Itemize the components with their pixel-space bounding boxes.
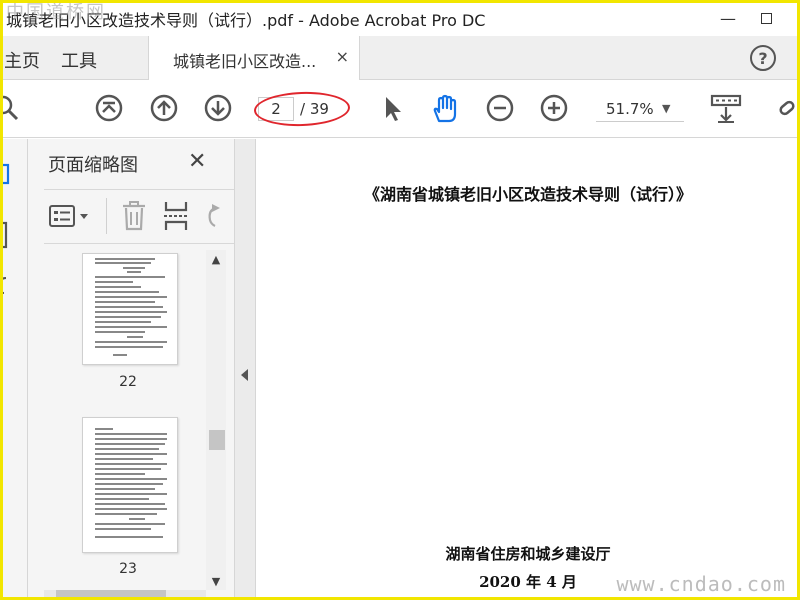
horizontal-scrollbar-thumb[interactable] xyxy=(56,590,166,598)
tab-tools[interactable]: 工具 xyxy=(61,47,97,73)
bookmarks-icon[interactable] xyxy=(0,221,12,249)
pane-splitter[interactable] xyxy=(234,139,256,600)
watermark-top-left: 中国道桥网 xyxy=(6,2,106,23)
trash-icon[interactable] xyxy=(120,200,148,232)
watermark-bottom-right: www.cndao.com xyxy=(616,572,786,596)
collapse-arrow-icon[interactable] xyxy=(241,369,248,381)
thumbnail-pane: 页面缩略图 ✕ 22 23 xyxy=(28,139,234,600)
pane-title: 页面缩略图 xyxy=(48,155,138,176)
minimize-button[interactable]: — xyxy=(708,0,748,36)
zoom-dropdown[interactable]: 51.7% ▼ xyxy=(596,96,684,122)
tab-document[interactable]: 城镇老旧小区改造... × xyxy=(148,36,360,80)
tab-close-button[interactable]: × xyxy=(336,47,349,66)
page-total: / 39 xyxy=(300,100,329,118)
link-icon[interactable] xyxy=(776,94,800,122)
insert-page-icon[interactable] xyxy=(162,200,190,232)
thumbnail-scrollbar[interactable]: ▲ ▼ xyxy=(206,250,226,590)
maximize-icon xyxy=(760,12,772,24)
tab-document-label: 城镇老旧小区改造... xyxy=(173,52,317,71)
left-rail xyxy=(0,139,28,600)
attachment-icon[interactable] xyxy=(0,275,10,295)
first-page-icon[interactable] xyxy=(95,94,123,122)
hand-tool-icon[interactable] xyxy=(430,94,458,123)
toolbar: / 39 51.7% ▼ xyxy=(0,80,800,138)
page-display-icon[interactable] xyxy=(710,94,742,123)
document-view[interactable]: 《湖南省城镇老旧小区改造技术导则（试行）》 湖南省住房和城乡建设厅 2020 年… xyxy=(256,139,800,600)
tab-bar: 主页 工具 城镇老旧小区改造... × ? xyxy=(0,36,800,80)
thumbnail-toolbar xyxy=(44,189,234,244)
select-cursor-icon[interactable] xyxy=(378,94,406,122)
search-icon[interactable] xyxy=(0,94,20,122)
maximize-button[interactable] xyxy=(746,0,786,36)
page-thumbnails-icon[interactable] xyxy=(0,163,12,185)
scroll-down-icon[interactable]: ▼ xyxy=(206,572,226,590)
zoom-in-icon[interactable] xyxy=(540,94,568,122)
horizontal-scrollbar[interactable] xyxy=(44,590,206,600)
page-navigator: / 39 xyxy=(258,95,346,123)
document-organization: 湖南省住房和城乡建设厅 xyxy=(445,545,611,563)
help-icon[interactable]: ? xyxy=(750,45,776,71)
tab-home[interactable]: 主页 xyxy=(4,47,40,73)
thumbnail-label: 22 xyxy=(119,374,137,390)
scrollbar-thumb[interactable] xyxy=(209,430,225,450)
page-thumbnail-22[interactable] xyxy=(82,253,178,365)
page-number-input[interactable] xyxy=(258,97,294,121)
close-icon[interactable]: ✕ xyxy=(188,149,206,174)
document-title: 《湖南省城镇老旧小区改造技术导则（试行）》 xyxy=(363,185,692,204)
thumbnail-options-icon[interactable] xyxy=(48,204,94,230)
rotate-icon[interactable] xyxy=(202,202,222,230)
next-page-icon[interactable] xyxy=(204,94,232,122)
page-thumbnail-23[interactable] xyxy=(82,417,178,553)
toolbar-divider xyxy=(106,198,107,234)
chevron-down-icon: ▼ xyxy=(662,102,671,115)
zoom-value: 51.7% xyxy=(606,99,654,118)
scroll-up-icon[interactable]: ▲ xyxy=(206,250,226,268)
thumbnail-label: 23 xyxy=(119,561,137,577)
title-bar: 城镇老旧小区改造技术导则（试行）.pdf - Adobe Acrobat Pro… xyxy=(0,0,800,36)
prev-page-icon[interactable] xyxy=(150,94,178,122)
zoom-out-icon[interactable] xyxy=(486,94,514,122)
